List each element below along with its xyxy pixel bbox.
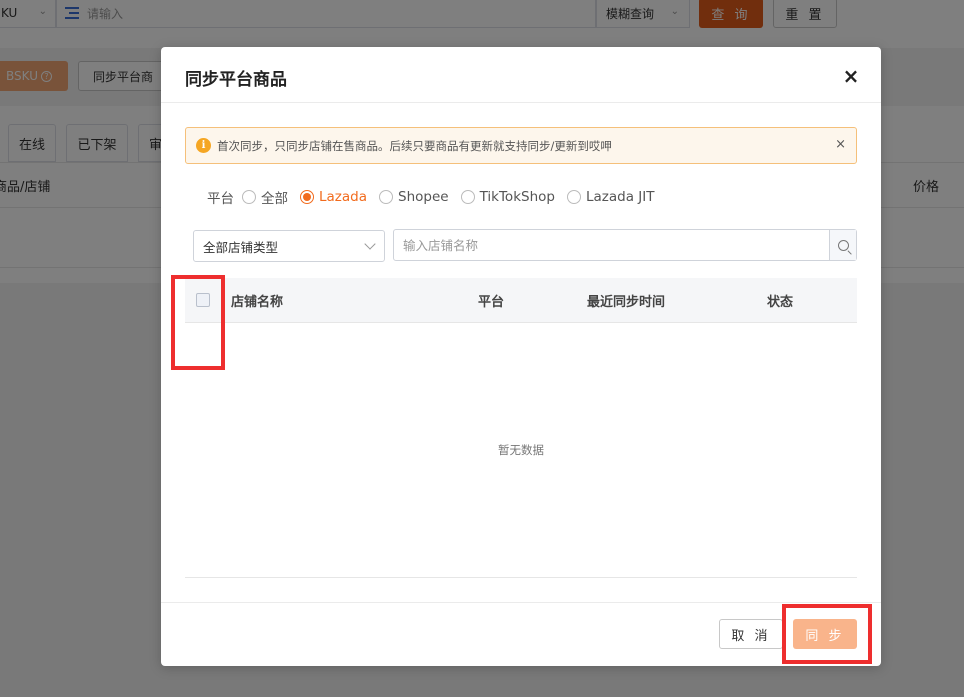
sync-button[interactable]: 同 步 bbox=[793, 619, 857, 649]
column-last-sync-time: 最近同步时间 bbox=[587, 295, 666, 310]
store-name-input[interactable] bbox=[403, 237, 823, 253]
radio-circle bbox=[460, 190, 475, 204]
column-platform: 平台 bbox=[478, 295, 505, 310]
divider bbox=[161, 602, 881, 603]
search-icon bbox=[837, 239, 849, 251]
radio-circle bbox=[379, 190, 393, 204]
radio-platform-all[interactable]: 全部 bbox=[242, 187, 288, 207]
first-sync-notice: i 首次同步，只同步店铺在售商品。后续只要商品有更新就支持同步/更新到哎呷 × bbox=[185, 127, 857, 164]
radio-platform-tiktokshop[interactable]: TikTokShop bbox=[460, 189, 555, 205]
column-status: 状态 bbox=[767, 295, 794, 310]
sync-products-dialog: 同步平台商品 × i 首次同步，只同步店铺在售商品。后续只要商品有更新就支持同步… bbox=[161, 47, 881, 666]
close-icon[interactable]: × bbox=[835, 137, 846, 152]
radio-platform-shopee[interactable]: Shopee bbox=[379, 189, 449, 205]
radio-platform-lazada-jit[interactable]: Lazada JIT bbox=[566, 189, 654, 205]
radio-platform-lazada[interactable]: Lazada bbox=[300, 189, 367, 205]
dialog-title: 同步平台商品 bbox=[185, 70, 287, 90]
divider bbox=[161, 102, 881, 103]
empty-state: 暂无数据 bbox=[498, 443, 544, 457]
store-table-header: 店铺名称 平台 最近同步时间 状态 bbox=[185, 278, 857, 323]
radio-circle bbox=[242, 190, 256, 204]
chevron-down-icon bbox=[364, 238, 376, 250]
platform-filter: 平台 全部 Lazada Shopee TikTokShop Lazada JI… bbox=[207, 187, 666, 207]
platform-label: 平台 bbox=[207, 191, 234, 207]
info-icon: i bbox=[196, 138, 211, 153]
close-icon[interactable]: × bbox=[841, 65, 861, 87]
select-all-checkbox[interactable] bbox=[196, 293, 210, 307]
cancel-button[interactable]: 取 消 bbox=[719, 619, 783, 649]
store-type-select[interactable]: 全部店铺类型 bbox=[193, 230, 385, 262]
column-store-name: 店铺名称 bbox=[231, 295, 284, 310]
divider bbox=[185, 577, 857, 578]
notice-text: 首次同步，只同步店铺在售商品。后续只要商品有更新就支持同步/更新到哎呷 bbox=[217, 138, 612, 153]
radio-circle bbox=[566, 190, 581, 204]
store-search-box bbox=[393, 229, 857, 261]
search-button[interactable] bbox=[829, 230, 856, 260]
radio-circle-checked bbox=[300, 190, 314, 204]
